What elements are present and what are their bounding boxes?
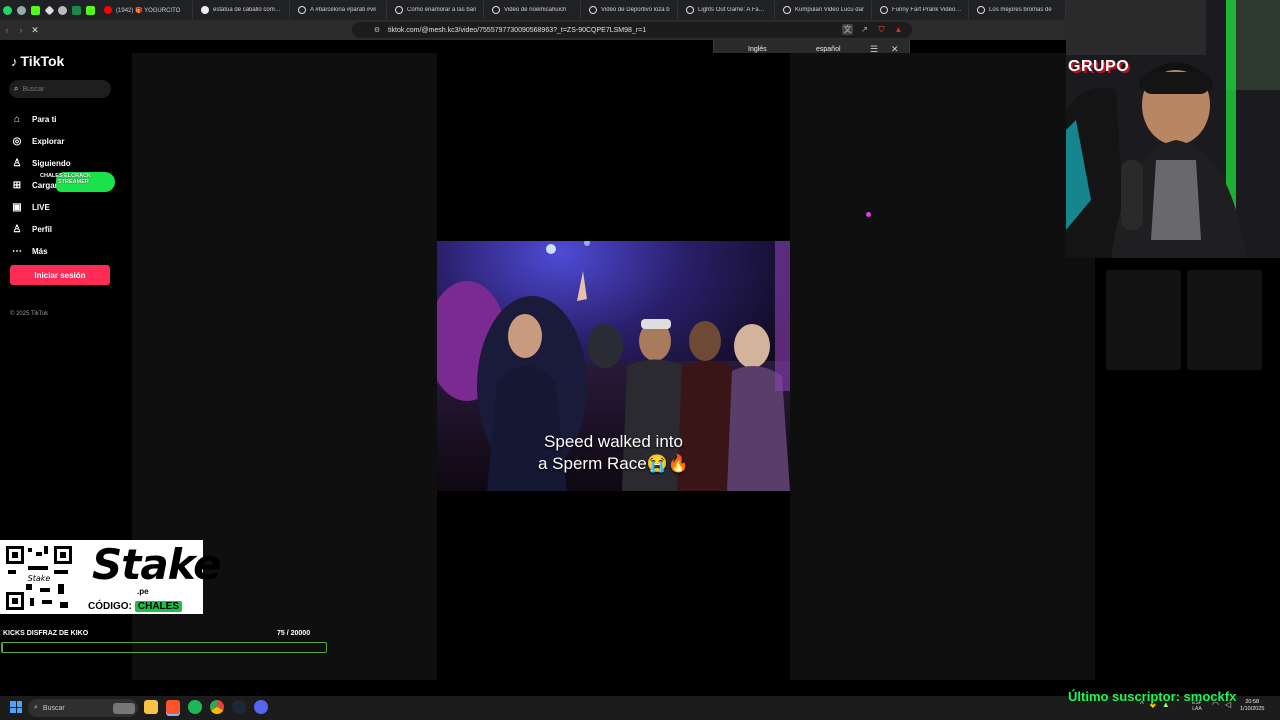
upload-icon: ⊞ <box>12 179 22 191</box>
translate-source-tab[interactable]: Inglés <box>748 46 767 53</box>
sidebar-item-para-ti[interactable]: ⌂ Para ti <box>10 108 130 130</box>
webcam-image <box>1066 0 1280 258</box>
browser-tab[interactable]: Lights Out Game: A Family <box>680 1 776 19</box>
compass-icon: ◎ <box>12 135 22 147</box>
google-icon <box>201 6 210 14</box>
address-bar: ‹ › ✕ ❑ ⚙ tiktok.com/@mesh.kc3/video/755… <box>0 20 1066 40</box>
search-input[interactable] <box>22 85 93 93</box>
sidebar-item-explorar[interactable]: ◎ Explorar <box>10 130 130 152</box>
goal-progress-bar <box>1 642 327 653</box>
webcam-overlay: GRUPO <box>1066 0 1280 258</box>
taskbar-search[interactable]: ⌕ Buscar <box>28 699 138 717</box>
stake-logo: Stake <box>92 540 222 589</box>
search-box[interactable]: ⌕ <box>9 80 111 98</box>
chrome-icon[interactable] <box>210 700 224 714</box>
stake-pinned-tab-icon[interactable] <box>71 2 83 18</box>
address-bar-actions: 文 ↗ ⛉ ▲ <box>842 24 904 35</box>
brave-browser-icon[interactable] <box>166 700 180 714</box>
back-icon[interactable]: ‹ <box>0 20 14 40</box>
stop-loading-icon[interactable]: ✕ <box>28 20 42 40</box>
side-thumbnails <box>1106 270 1262 370</box>
streamer-overlay-text: CHALES ELCRACK STREAMER <box>40 173 92 185</box>
steam-icon[interactable] <box>232 700 246 714</box>
browser-tab[interactable]: A #barcelona #parati #vir <box>292 1 388 19</box>
share-icon[interactable]: ↗ <box>859 24 870 35</box>
goal-title: KICKS DISFRAZ DE KIKO <box>3 630 89 637</box>
more-icon: ⋯ <box>12 245 22 257</box>
screen: (1942) 🎁 YOGURCITO estatua de caballo co… <box>0 0 1280 720</box>
thumbnail-placeholder[interactable] <box>1187 270 1262 370</box>
browser-tab[interactable]: Kumpulan Video Lucu dar <box>777 1 873 19</box>
tiktok-note-icon: ♪ <box>11 53 18 69</box>
chrome-pinned-tab-icon[interactable] <box>16 2 28 18</box>
tiktok-icon <box>395 6 404 14</box>
qr-code-icon: Stake <box>4 544 74 612</box>
translate-target-tab[interactable]: español <box>816 46 841 53</box>
tiktok-icon <box>589 6 598 14</box>
right-blur-panel <box>790 53 1095 680</box>
whatsapp-pinned-tab-icon[interactable] <box>2 2 14 18</box>
thumbnail-placeholder[interactable] <box>1106 270 1181 370</box>
stake-code: CÓDIGO: CHALES <box>88 601 183 612</box>
sidebar-item-perfil[interactable]: ♙ Perfil <box>10 218 130 240</box>
brave-shield-icon[interactable]: ⛉ <box>876 24 887 35</box>
last-subscriber-text: Último suscriptor: smockfx <box>1068 689 1237 704</box>
video-caption: Speed walked into a Sperm Race😭🔥 <box>538 432 689 473</box>
browser-tab[interactable]: Video de Deportivo loza b <box>583 1 679 19</box>
goal-progress-fill <box>2 643 4 652</box>
video-player[interactable]: Speed walked into a Sperm Race😭🔥 <box>437 241 790 491</box>
url-field[interactable]: ⚙ tiktok.com/@mesh.kc3/video/75557977300… <box>352 22 912 38</box>
url-text: tiktok.com/@mesh.kc3/video/7555797730090… <box>388 26 647 34</box>
stake-domain: .pe <box>137 587 149 596</box>
discord-icon[interactable] <box>254 700 268 714</box>
file-explorer-icon[interactable] <box>144 700 158 714</box>
copyright-text: © 2025 TikTok <box>10 311 49 317</box>
tiktok-icon <box>977 6 986 14</box>
tiktok-icon <box>492 6 501 14</box>
search-icon: ⌕ <box>34 704 38 711</box>
user-follow-icon: ♙ <box>12 157 22 169</box>
home-icon: ⌂ <box>13 113 21 125</box>
spotify-icon[interactable] <box>188 700 202 714</box>
live-icon: ▣ <box>12 201 22 213</box>
kick-pinned-tab-icon[interactable] <box>29 2 41 18</box>
search-icon: ⌕ <box>14 84 19 93</box>
goal-value: 75 / 20000 <box>277 630 311 637</box>
windows-start-icon[interactable] <box>10 701 22 713</box>
browser-tab[interactable]: estatua de caballo como b <box>195 1 291 19</box>
browser-tab[interactable]: Video de noemicahuich <box>486 1 582 19</box>
brave-rewards-icon[interactable]: ▲ <box>893 24 904 35</box>
sidebar-item-mas[interactable]: ⋯ Más <box>10 240 130 262</box>
forward-icon[interactable]: › <box>14 20 28 40</box>
browser-tab[interactable]: Los mejores bromas de <box>971 1 1066 19</box>
cam-banner-text: GRUPO <box>1068 58 1130 75</box>
taskbar-apps <box>144 700 268 714</box>
search-highlight-icon <box>113 702 135 714</box>
diamond-pinned-tab-icon[interactable] <box>43 2 55 18</box>
svg-text:Stake: Stake <box>28 574 51 583</box>
tiktok-icon <box>298 6 307 14</box>
tiktok-icon <box>783 6 792 14</box>
sidebar-item-siguiendo[interactable]: ♙ Siguiendo <box>10 152 130 174</box>
browser-tab-strip: (1942) 🎁 YOGURCITO estatua de caballo co… <box>0 0 1066 20</box>
translate-icon[interactable]: 文 <box>842 24 853 35</box>
browser-tab[interactable]: (1942) 🎁 YOGURCITO <box>98 1 194 19</box>
kick-pinned-tab-icon-2[interactable] <box>84 2 96 18</box>
browser-tab[interactable]: Funny Fart Prank Video Th <box>874 1 970 19</box>
site-info-icon[interactable]: ⚙ <box>370 20 384 40</box>
browser-tab[interactable]: Cómo enamorar a las ban <box>389 1 485 19</box>
profile-icon: ♙ <box>12 223 22 235</box>
sidebar-item-live[interactable]: ▣ LIVE <box>10 196 130 218</box>
mouse-cursor <box>866 212 871 217</box>
tiktok-logo[interactable]: ♪ TikTok <box>11 53 64 69</box>
youtube-icon <box>104 6 113 14</box>
login-button[interactable]: Iniciar sesión <box>10 265 110 285</box>
tiktok-icon <box>880 6 889 14</box>
stake-ad-banner: Stake Stake .pe CÓDIGO: CHALES <box>0 540 222 614</box>
clock[interactable]: 20:58 1/10/2025 <box>1240 699 1264 713</box>
settings-pinned-tab-icon[interactable] <box>57 2 69 18</box>
tiktok-icon <box>686 6 695 14</box>
